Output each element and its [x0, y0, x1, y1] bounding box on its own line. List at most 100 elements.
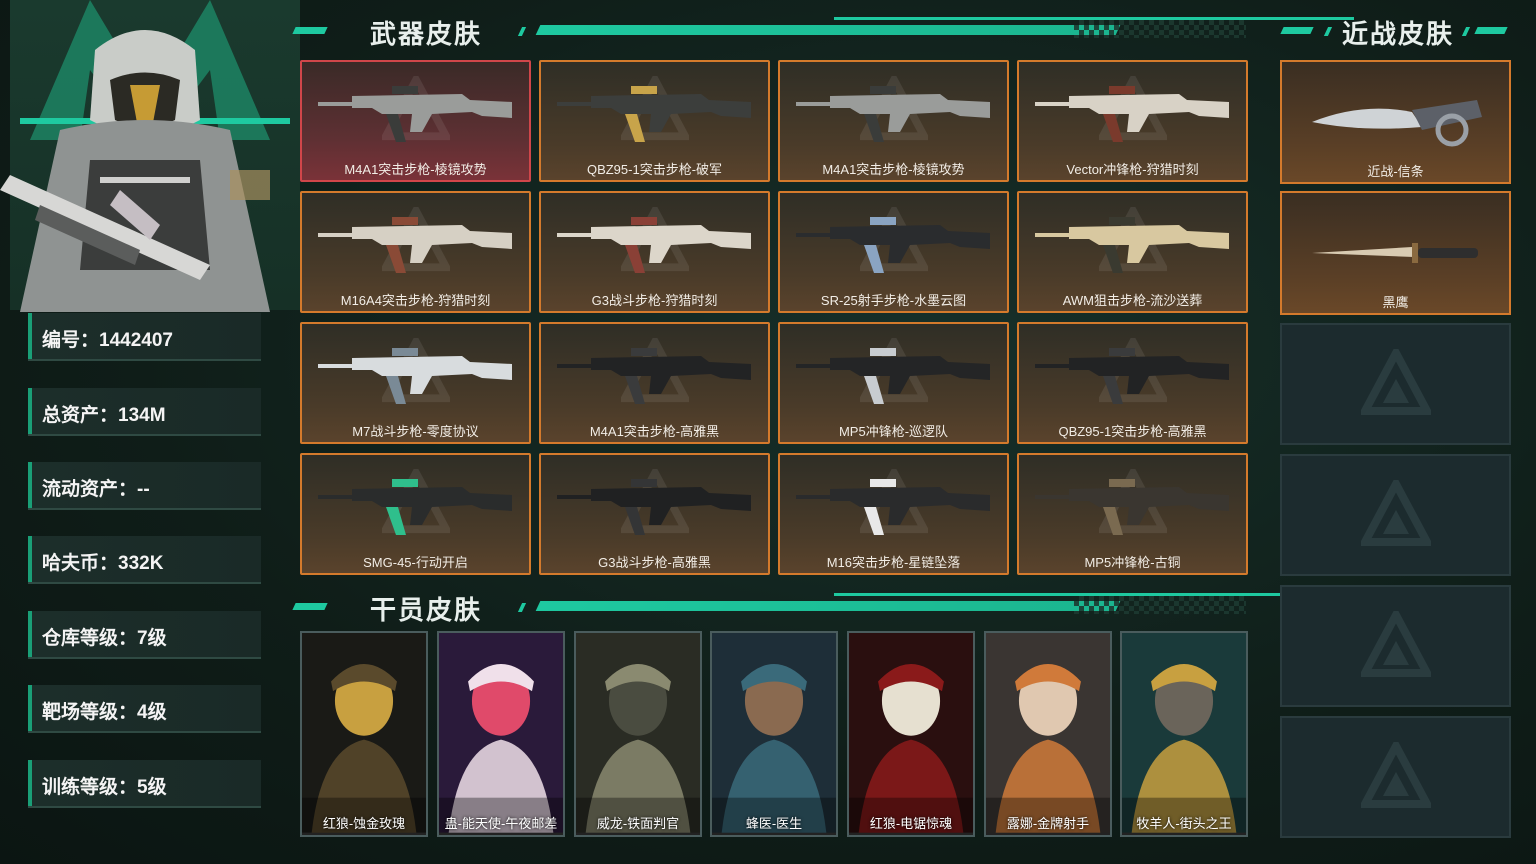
brand-emblem-icon — [1360, 611, 1431, 677]
operator-skin-label: 蜂医-医生 — [745, 816, 803, 831]
operator-skin-label: 牧羊人-街头之王 — [1136, 816, 1232, 831]
melee-skin-card[interactable]: 近战-信条 — [1280, 60, 1511, 184]
header-deco — [1323, 27, 1333, 36]
rifle-icon — [557, 86, 751, 142]
weapon-skin-label: M16突击步枪-星链坠落 — [826, 555, 961, 570]
weapon-skin-label: G3战斗步枪-狩猎时刻 — [591, 293, 718, 308]
rifle-icon — [318, 86, 512, 142]
weapon-skin-card[interactable]: M4A1突击步枪-高雅黑 — [539, 322, 770, 444]
operator-skin-card[interactable]: 蛊-能天使-午夜邮差 — [437, 631, 565, 837]
brand-emblem-icon — [1360, 349, 1431, 415]
rifle-icon — [557, 479, 751, 535]
header-deco — [1474, 27, 1508, 34]
weapon-skin-label: Vector冲锋枪-狩猎时刻 — [1066, 162, 1199, 177]
melee-empty-slot — [1280, 585, 1511, 707]
operator-portrait — [0, 30, 270, 312]
weapon-skin-card[interactable]: AWM狙击步枪-流沙送葬 — [1017, 191, 1248, 313]
stat-range-level-text: 靶场等级：4级 — [42, 702, 167, 723]
stat-haf-coin: 哈夫币：332K — [28, 536, 261, 584]
stat-liquid-assets-text: 流动资产：-- — [42, 479, 150, 500]
weapon-skin-label: G3战斗步枪-高雅黑 — [598, 555, 711, 570]
operator-skin-label: 蛊-能天使-午夜邮差 — [444, 816, 558, 831]
rifle-icon — [1035, 217, 1229, 273]
header-deco — [1280, 27, 1314, 34]
operator-portrait — [1122, 633, 1246, 833]
operator-portrait — [302, 633, 426, 833]
weapon-skin-card[interactable]: SMG-45-行动开启 — [300, 453, 531, 575]
operator-skin-card[interactable]: 露娜-金牌射手 — [984, 631, 1112, 837]
weapon-skin-card[interactable]: MP5冲锋枪-古铜 — [1017, 453, 1248, 575]
operator-skins-title: 干员皮肤 — [370, 595, 483, 625]
rifle-icon — [557, 217, 751, 273]
melee-empty-slot — [1280, 323, 1511, 445]
weapon-skin-card[interactable]: MP5冲锋枪-巡逻队 — [778, 322, 1009, 444]
brand-emblem-icon — [1360, 742, 1431, 808]
operator-skin-card[interactable]: 红狼-电锯惊魂 — [847, 631, 975, 837]
stat-haf-coin-text: 哈夫币：332K — [42, 553, 164, 574]
rifle-icon — [1035, 86, 1229, 142]
melee-skins-header: 近战皮肤 — [1280, 14, 1512, 49]
melee-skins-title: 近战皮肤 — [1342, 19, 1455, 49]
weapon-skin-card[interactable]: G3战斗步枪-高雅黑 — [539, 453, 770, 575]
operator-skin-card[interactable]: 红狼-蚀金玫瑰 — [300, 631, 428, 837]
operator-portrait — [712, 633, 836, 833]
rifle-icon — [796, 86, 990, 142]
weapon-skin-label: QBZ95-1突击步枪-破军 — [586, 162, 723, 177]
knife-icon — [1312, 100, 1482, 147]
operator-skins-header: 干员皮肤 — [292, 590, 1354, 625]
rifle-icon — [796, 348, 990, 404]
weapon-skin-label: AWM狙击步枪-流沙送葬 — [1062, 293, 1203, 308]
weapon-skin-card[interactable]: M7战斗步枪-零度协议 — [300, 322, 531, 444]
rifle-icon — [318, 348, 512, 404]
operator-portrait — [576, 633, 700, 833]
weapon-skin-card[interactable]: M4A1突击步枪-棱镜攻势 — [778, 60, 1009, 182]
weapon-skin-card[interactable]: M16A4突击步枪-狩猎时刻 — [300, 191, 531, 313]
operator-skin-label: 威龙-铁面判官 — [596, 816, 680, 831]
header-deco — [517, 603, 527, 612]
header-checker — [1074, 20, 1246, 38]
stat-warehouse-level-text: 仓库等级：7级 — [42, 628, 167, 649]
header-bar — [535, 25, 1121, 35]
operator-skin-card[interactable]: 威龙-铁面判官 — [574, 631, 702, 837]
melee-empty-slot — [1280, 454, 1511, 576]
operator-portrait — [849, 633, 973, 833]
header-bar — [535, 601, 1121, 611]
weapon-skin-label: M16A4突击步枪-狩猎时刻 — [340, 293, 491, 308]
stat-id: 编号：1442407 — [28, 313, 261, 361]
header-deco — [292, 603, 328, 610]
weapon-skin-label: M4A1突击步枪-棱镜攻势 — [344, 162, 487, 177]
weapon-skin-card[interactable]: SR-25射手步枪-水墨云图 — [778, 191, 1009, 313]
weapon-skin-card[interactable]: G3战斗步枪-狩猎时刻 — [539, 191, 770, 313]
stat-total-assets: 总资产：134M — [28, 388, 261, 436]
weapon-skin-card[interactable]: QBZ95-1突击步枪-破军 — [539, 60, 770, 182]
weapon-skin-label: MP5冲锋枪-古铜 — [1084, 555, 1181, 570]
header-deco — [1461, 27, 1471, 36]
stat-liquid-assets: 流动资产：-- — [28, 462, 261, 510]
weapon-skin-card[interactable]: QBZ95-1突击步枪-高雅黑 — [1017, 322, 1248, 444]
weapon-skin-card[interactable]: M4A1突击步枪-棱镜攻势 — [300, 60, 531, 182]
header-deco — [292, 27, 328, 34]
rifle-icon — [1035, 479, 1229, 535]
operator-skin-label: 红狼-电锯惊魂 — [869, 816, 953, 831]
melee-empty-slot — [1280, 716, 1511, 838]
rifle-icon — [1035, 348, 1229, 404]
rifle-icon — [318, 479, 512, 535]
operator-skin-label: 露娜-金牌射手 — [1006, 816, 1090, 831]
operator-portrait — [439, 633, 563, 833]
weapon-skin-label: M7战斗步枪-零度协议 — [352, 424, 479, 439]
operator-skin-card[interactable]: 蜂医-医生 — [710, 631, 838, 837]
header-deco — [517, 27, 527, 36]
header-checker — [1074, 596, 1246, 614]
weapon-skins-header: 武器皮肤 — [292, 14, 1354, 49]
stat-warehouse-level: 仓库等级：7级 — [28, 611, 261, 659]
weapon-skin-card[interactable]: M16突击步枪-星链坠落 — [778, 453, 1009, 575]
weapon-skin-label: QBZ95-1突击步枪-高雅黑 — [1058, 424, 1207, 439]
operator-skin-card[interactable]: 牧羊人-街头之王 — [1120, 631, 1248, 837]
weapon-skin-card[interactable]: Vector冲锋枪-狩猎时刻 — [1017, 60, 1248, 182]
brand-emblem-icon — [1360, 480, 1431, 546]
profile-panel: 编号：1442407 总资产：134M 流动资产：-- 哈夫币：332K 仓库等… — [0, 0, 300, 864]
melee-skin-card[interactable]: 黑鹰 — [1280, 191, 1511, 315]
weapon-skins-title: 武器皮肤 — [370, 19, 483, 49]
rifle-icon — [318, 217, 512, 273]
stat-training-level: 训练等级：5级 — [28, 760, 261, 808]
